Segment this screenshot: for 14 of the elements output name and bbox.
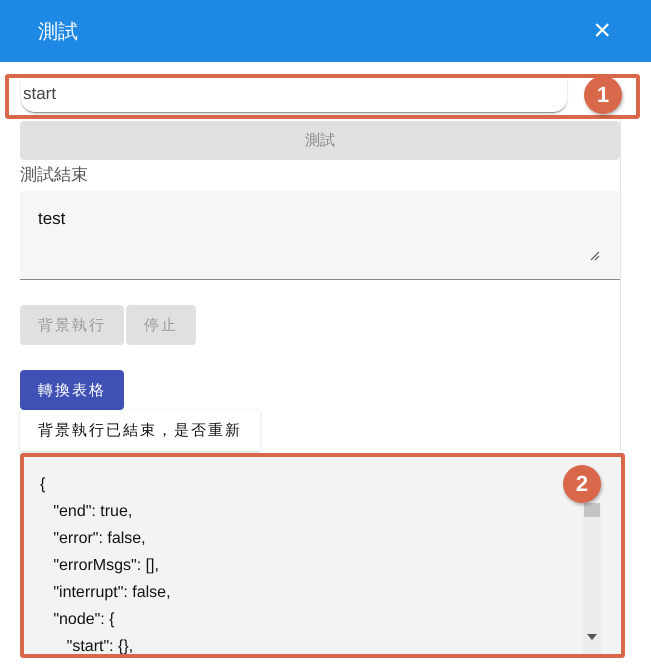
convert-table-button[interactable]: 轉換表格 <box>20 370 124 410</box>
scrollbar[interactable] <box>583 503 601 654</box>
result-field[interactable]: test <box>20 191 620 280</box>
callout-badge: 2 <box>563 465 601 503</box>
output-code: { "end": true, "error": false, "errorMsgs": [], "interrupt": false, "node": { "start": {}, <box>39 475 172 654</box>
scrollbar-thumb[interactable] <box>584 503 600 517</box>
notice-message: 背景執行已結束，是否重新 <box>20 410 260 451</box>
status-label: 測試結束 <box>20 164 88 186</box>
callout-badge: 1 <box>584 76 622 114</box>
close-button[interactable]: × <box>593 16 611 46</box>
resize-grip-icon <box>590 251 600 261</box>
scroll-down-arrow-icon[interactable] <box>587 634 597 640</box>
text-input[interactable]: start <box>21 80 567 112</box>
dialog-title: 測試 <box>38 20 78 44</box>
